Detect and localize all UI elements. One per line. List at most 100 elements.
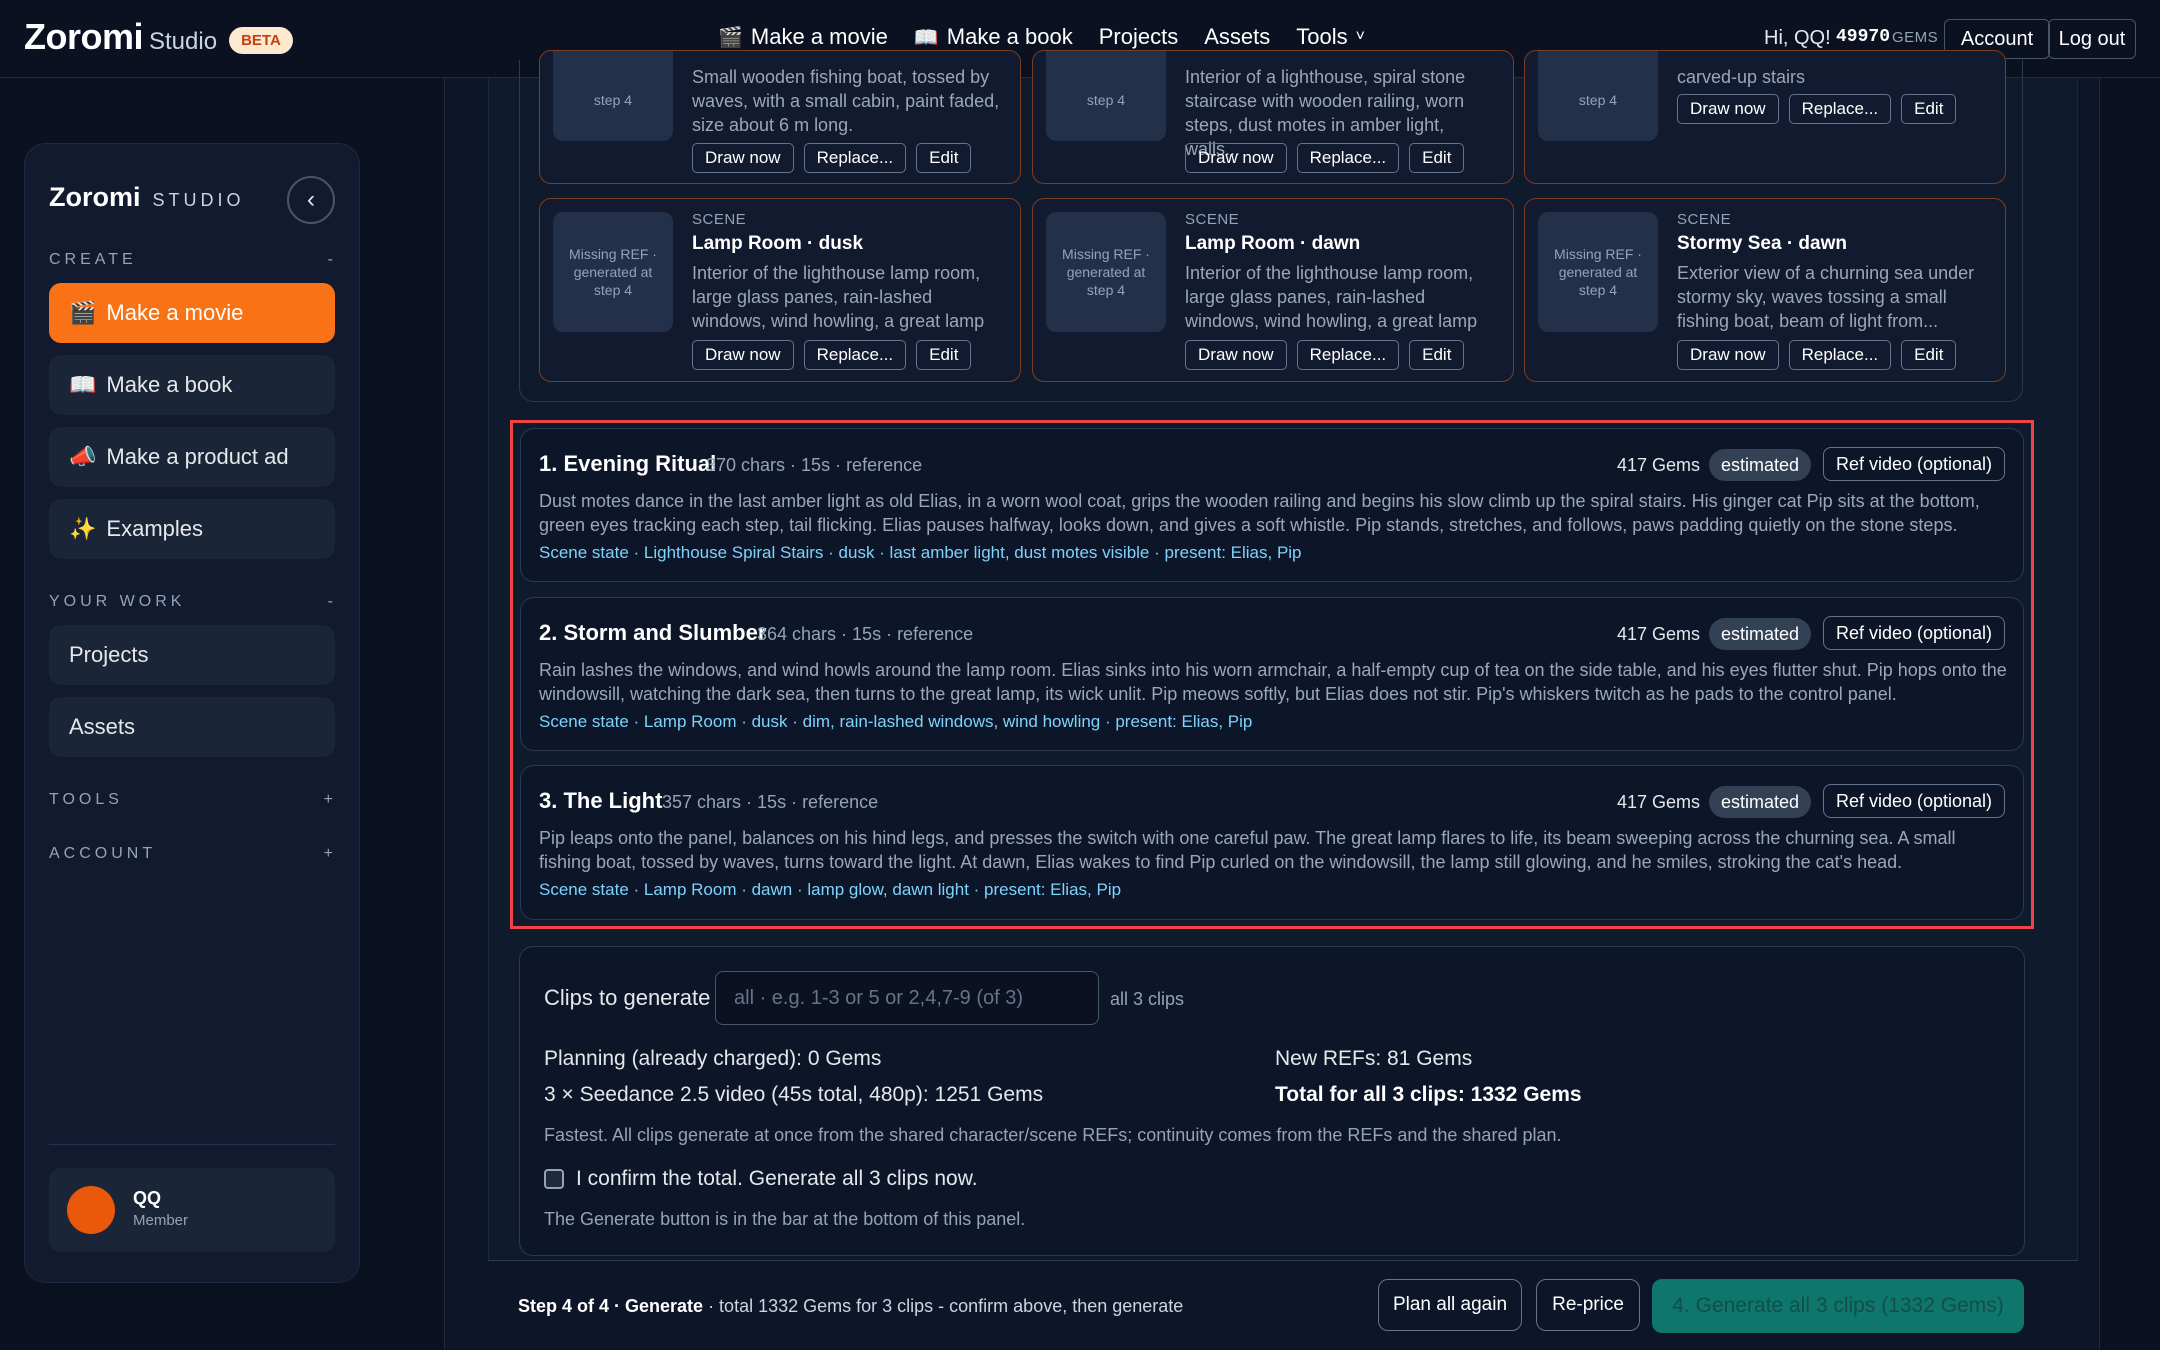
sidebar-item-make-movie[interactable]: 🎬 Make a movie <box>49 283 335 343</box>
ref-name: Stormy Sea · dawn <box>1677 233 1847 254</box>
nav-tools[interactable]: Tools ˅ <box>1296 24 1365 50</box>
edit-button[interactable]: Edit <box>1409 340 1465 370</box>
draw-now-button[interactable]: Draw now <box>692 340 794 370</box>
clapperboard-icon: 🎬 <box>69 300 97 325</box>
nav-make-movie-label: Make a movie <box>750 24 888 49</box>
clip-card-3: 3. The Light 357 chars · 15s · reference… <box>520 765 2024 920</box>
sidebar-item-make-book[interactable]: 📖 Make a book <box>49 355 335 415</box>
section-tools-label: TOOLS <box>49 791 123 808</box>
video-cost: 3 × Seedance 2.5 video (45s total, 480p)… <box>544 1083 1044 1106</box>
section-create-label: CREATE <box>49 251 137 268</box>
replace-button[interactable]: Replace... <box>803 340 907 370</box>
edit-button[interactable]: Edit <box>1901 94 1957 124</box>
user-role: Member <box>133 1212 189 1229</box>
replace-button[interactable]: Replace... <box>803 143 907 173</box>
section-your-work[interactable]: YOUR WORK - <box>49 593 337 611</box>
ref-kind: SCENE <box>692 211 747 228</box>
section-tools[interactable]: TOOLS + <box>49 791 337 809</box>
ref-card: Missing REF · generated at step 4 SCENE … <box>539 198 1021 382</box>
ref-thumbnail[interactable]: Missing REF · generated at step 4 <box>1046 212 1166 332</box>
draw-now-button[interactable]: Draw now <box>1677 94 1779 124</box>
plan-all-again-button[interactable]: Plan all again <box>1378 1279 1522 1331</box>
ref-kind: SCENE <box>1677 211 1732 228</box>
sidebar-item-projects[interactable]: Projects <box>49 625 335 685</box>
greeting: Hi, QQ! <box>1764 27 1831 49</box>
chevron-down-icon: ˅ <box>1355 28 1365 45</box>
section-account[interactable]: ACCOUNT + <box>49 845 337 863</box>
book-icon: 📖 <box>913 26 939 49</box>
clips-range-input[interactable] <box>715 971 1099 1025</box>
generate-all-button[interactable]: 4. Generate all 3 clips (1332 Gems) <box>1652 1279 2024 1333</box>
section-create[interactable]: CREATE - <box>49 251 337 269</box>
replace-button[interactable]: Replace... <box>1296 143 1400 173</box>
ref-actions: Draw now Replace... Edit <box>1185 340 1465 370</box>
ref-card: Missing REF · generated at step 4 SCENE … <box>1032 198 1514 382</box>
sidebar-item-label: Make a book <box>106 372 233 397</box>
ref-video-button[interactable]: Ref video (optional) <box>1823 784 2005 818</box>
nav-assets[interactable]: Assets <box>1204 24 1270 50</box>
clapperboard-icon: 🎬 <box>718 26 743 49</box>
ref-thumbnail[interactable]: Missing REF · generated at step 4 <box>553 212 673 332</box>
ref-video-button[interactable]: Ref video (optional) <box>1823 447 2005 481</box>
gem-unit: GEMS <box>1892 29 1939 46</box>
ref-video-button[interactable]: Ref video (optional) <box>1823 616 2005 650</box>
confirm-checkbox[interactable] <box>544 1169 564 1189</box>
clip-scene-state: Scene state · Lighthouse Spiral Stairs ·… <box>539 543 1302 562</box>
nav-make-book[interactable]: 📖 Make a book <box>914 24 1073 50</box>
replace-button[interactable]: Replace... <box>1788 340 1892 370</box>
top-nav: 🎬 Make a movie 📖 Make a book Projects Asse… <box>718 24 1365 50</box>
all-clips-hint: all 3 clips <box>1110 989 1185 1009</box>
ref-description: Exterior view of a churning sea under st… <box>1677 263 1975 331</box>
step-label: Step 4 of 4 · Generate <box>518 1296 704 1316</box>
clips-to-generate-label: Clips to generate <box>544 985 711 1010</box>
collapse-sidebar-button[interactable]: ‹ <box>287 176 335 224</box>
sidebar-item-product-ad[interactable]: 📣 Make a product ad <box>49 427 335 487</box>
total-cost: Total for all 3 clips: 1332 Gems <box>1275 1083 1582 1106</box>
clip-gems: 417 Gems <box>1617 455 1701 475</box>
edit-button[interactable]: Edit <box>916 340 972 370</box>
ref-name: Lamp Room · dusk <box>692 233 864 254</box>
ref-card: step 4 Interior of a lighthouse, spiral … <box>1032 50 1514 184</box>
ref-actions: Draw now Replace... Edit <box>692 143 972 173</box>
section-tools-toggle: + <box>323 791 337 808</box>
section-account-toggle: + <box>323 845 337 862</box>
clip-description: Rain lashes the windows, and wind howls … <box>539 660 2007 704</box>
beta-badge: BETA <box>229 27 293 54</box>
draw-now-button[interactable]: Draw now <box>1677 340 1779 370</box>
clip-description: Dust motes dance in the last amber light… <box>539 491 1980 535</box>
ref-thumbnail[interactable]: step 4 <box>1046 51 1166 141</box>
draw-now-button[interactable]: Draw now <box>1185 143 1287 173</box>
section-account-label: ACCOUNT <box>49 845 157 862</box>
nav-make-movie[interactable]: 🎬 Make a movie <box>718 24 888 50</box>
estimated-badge: estimated <box>1709 449 1812 481</box>
clip-gems: 417 Gems <box>1617 792 1701 812</box>
edit-button[interactable]: Edit <box>1409 143 1465 173</box>
confirm-row[interactable]: I confirm the total. Generate all 3 clip… <box>544 1167 978 1191</box>
ref-thumbnail[interactable]: step 4 <box>553 51 673 141</box>
brand-logo[interactable]: Zoromi Studio BETA <box>24 16 293 58</box>
sidebar-item-assets[interactable]: Assets <box>49 697 335 757</box>
clip-description: Pip leaps onto the panel, balances on hi… <box>539 828 1956 872</box>
clip-scene-state: Scene state · Lamp Room · dawn · lamp gl… <box>539 880 1122 899</box>
draw-now-button[interactable]: Draw now <box>692 143 794 173</box>
ref-thumbnail[interactable]: step 4 <box>1538 51 1658 141</box>
clip-card-2: 2. Storm and Slumber 364 chars · 15s · r… <box>520 597 2024 751</box>
sidebar-item-examples[interactable]: ✨ Examples <box>49 499 335 559</box>
edit-button[interactable]: Edit <box>916 143 972 173</box>
draw-now-button[interactable]: Draw now <box>1185 340 1287 370</box>
replace-button[interactable]: Replace... <box>1296 340 1400 370</box>
ref-thumbnail[interactable]: Missing REF · generated at step 4 <box>1538 212 1658 332</box>
sidebar-item-label: Examples <box>106 516 203 541</box>
nav-projects[interactable]: Projects <box>1099 24 1178 50</box>
replace-button[interactable]: Replace... <box>1788 94 1892 124</box>
sidebar-divider <box>49 1144 335 1145</box>
brand-studio: Studio <box>149 28 218 55</box>
ref-kind: SCENE <box>1185 211 1240 228</box>
logout-button[interactable]: Log out <box>2048 19 2136 59</box>
edit-button[interactable]: Edit <box>1901 340 1957 370</box>
user-card[interactable]: QQ Member <box>49 1168 335 1252</box>
ref-actions: Draw now Replace... Edit <box>1677 94 1957 124</box>
sidebar: Zoromi STUDIO ‹ CREATE - 🎬 Make a movie … <box>24 143 360 1283</box>
reprice-button[interactable]: Re-price <box>1536 1279 1640 1331</box>
brand-name: Zoromi <box>24 16 144 57</box>
